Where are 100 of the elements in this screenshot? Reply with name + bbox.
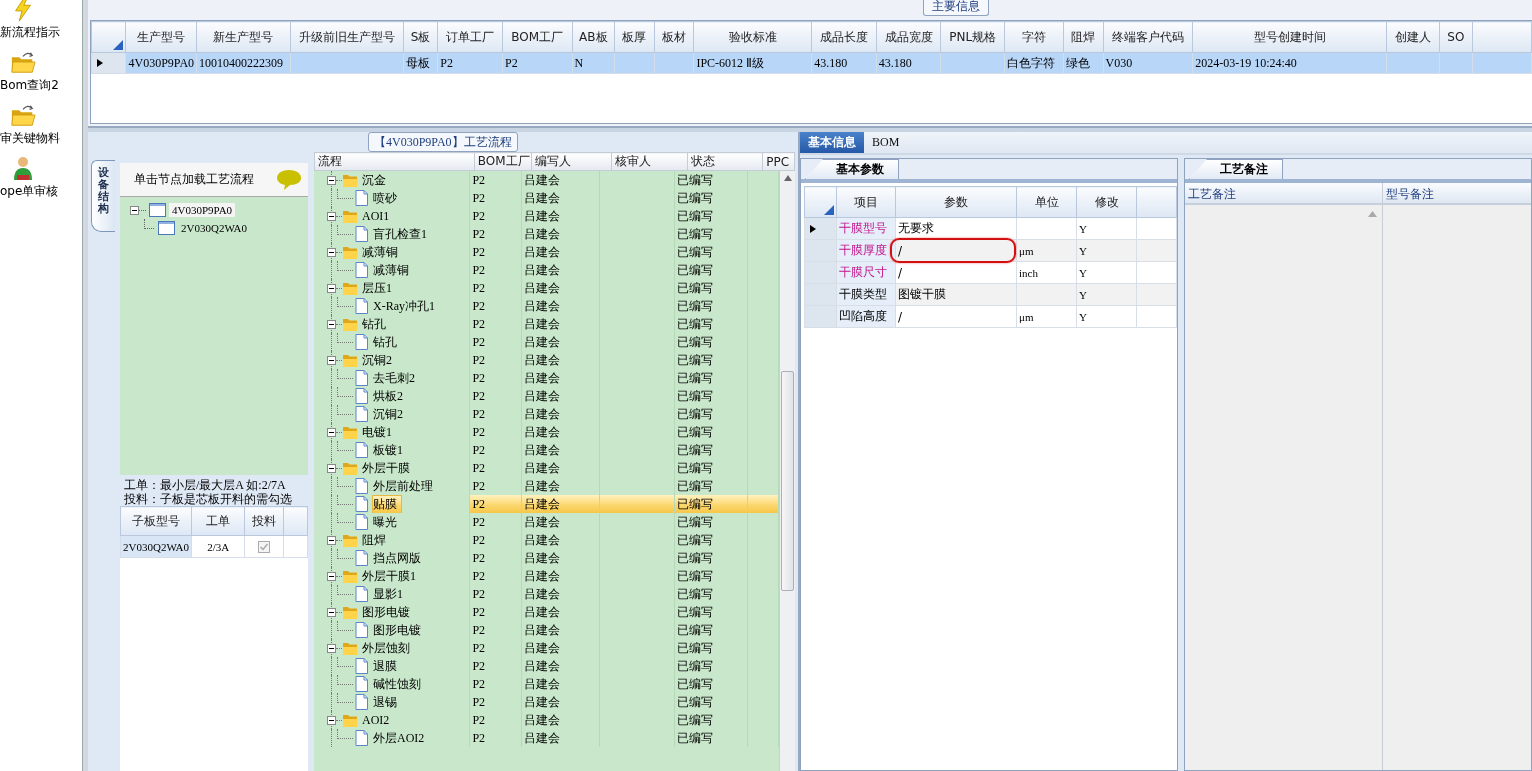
column-header[interactable]: 终端客户代码 [1103, 21, 1193, 53]
column-header[interactable]: AB板 [572, 21, 615, 53]
tree-node[interactable]: AOI2 [362, 712, 394, 728]
tree-node[interactable]: 退膜 [373, 657, 401, 675]
column-header[interactable]: 板厚 [614, 21, 655, 53]
collapse-icon[interactable] [327, 427, 336, 437]
scroll-thumb[interactable] [781, 371, 794, 591]
tab[interactable]: 基本信息 [800, 132, 864, 153]
tree-node[interactable]: 曝光 [373, 513, 401, 531]
tree-node[interactable]: 外层干膜1 [362, 567, 420, 585]
tree-node[interactable]: 阻焊 [362, 531, 390, 549]
row-header[interactable] [91, 52, 126, 74]
tree-node[interactable]: 沉铜2 [362, 351, 396, 369]
tree-node[interactable]: AOI1 [362, 208, 394, 224]
tree-node[interactable]: 烘板2 [373, 387, 407, 405]
column-header[interactable]: 参数 [895, 186, 1017, 218]
scroll-up-icon[interactable] [784, 175, 792, 181]
tree-node[interactable]: 沉铜2 [373, 405, 407, 423]
collapse-icon[interactable] [327, 535, 336, 545]
sidebar-item[interactable]: Bom查询2 [0, 77, 59, 94]
column-header[interactable]: S板 [403, 21, 438, 53]
tree-node[interactable]: 图形电镀 [362, 603, 414, 621]
column-header[interactable]: 型号创建时间 [1192, 21, 1387, 53]
tree-node[interactable]: 显影1 [373, 585, 407, 603]
column-header[interactable]: 阻焊 [1063, 21, 1104, 53]
tree-node[interactable]: 层压1 [362, 279, 396, 297]
tree-node[interactable]: 挡点网版 [373, 549, 425, 567]
tree-node[interactable]: 外层蚀刻 [362, 639, 414, 657]
tree-node[interactable]: 电镀1 [362, 423, 396, 441]
column-header[interactable]: 创建人 [1386, 21, 1440, 53]
tree-node[interactable]: 盲孔检查1 [373, 225, 431, 243]
tree-node[interactable]: 退锡 [373, 693, 401, 711]
sidebar-item[interactable]: 审关键物料 [0, 130, 60, 147]
collapse-icon[interactable] [130, 205, 139, 215]
column-header[interactable]: 子板型号 [120, 506, 192, 536]
tree-node[interactable]: 4V030P9PA0 [169, 203, 236, 217]
tree-node[interactable]: 外层AOI2 [373, 729, 429, 747]
column-header[interactable]: 成品宽度 [876, 21, 941, 53]
column-header[interactable]: 单位 [1016, 186, 1077, 218]
table-cell: 吕建会 [521, 279, 600, 297]
column-header[interactable]: 字符 [1004, 21, 1064, 53]
column-header[interactable]: BOM工厂 [474, 152, 532, 171]
collapse-icon[interactable] [327, 247, 336, 257]
tree-node[interactable]: 贴膜 [373, 495, 401, 513]
tab[interactable]: BOM [864, 132, 908, 153]
row-header[interactable] [804, 217, 837, 240]
column-header[interactable]: BOM工厂 [502, 21, 572, 53]
column-header[interactable]: 编写人 [531, 152, 612, 171]
collapse-icon[interactable] [327, 643, 336, 653]
column-header[interactable]: 工单 [191, 506, 245, 536]
tree-node[interactable]: 外层干膜 [362, 459, 414, 477]
column-header[interactable]: 升级前旧生产型号 [290, 21, 403, 53]
sidebar-item[interactable]: 新流程指示 [0, 24, 60, 41]
tree-node[interactable]: 沉金 [362, 171, 390, 189]
column-header[interactable]: 新生产型号 [196, 21, 291, 53]
tree-node[interactable]: 减薄铜 [373, 261, 413, 279]
tree-node[interactable]: 减薄铜 [362, 243, 402, 261]
column-header[interactable]: 订单工厂 [437, 21, 503, 53]
column-header[interactable]: 成品长度 [811, 21, 877, 53]
tree-node[interactable]: 碱性蚀刻 [373, 675, 425, 693]
collapse-icon[interactable] [327, 283, 336, 293]
collapse-icon[interactable] [327, 463, 336, 473]
column-header[interactable]: 投料 [244, 506, 284, 536]
scrollbar[interactable] [779, 171, 795, 771]
collapse-icon[interactable] [327, 319, 336, 329]
column-header[interactable]: 型号备注 [1383, 183, 1531, 205]
corner-triangle-icon[interactable] [113, 40, 124, 50]
table-cell: P2 [469, 603, 522, 621]
column-header[interactable]: 流程 [314, 152, 475, 171]
column-header[interactable]: 修改 [1076, 186, 1137, 218]
tree-node[interactable]: 外层前处理 [373, 477, 437, 495]
column-header[interactable]: 核审人 [611, 152, 688, 171]
tree-node[interactable]: 钻孔 [373, 333, 401, 351]
column-header[interactable]: 状态 [688, 152, 763, 171]
collapse-icon[interactable] [327, 607, 336, 617]
tree-node[interactable]: 喷砂 [373, 189, 401, 207]
sidebar-item[interactable]: ope单审核 [0, 183, 59, 200]
column-header[interactable]: 生产型号 [125, 21, 197, 53]
tree-node[interactable]: 板镀1 [373, 441, 407, 459]
column-header[interactable]: PPC [762, 152, 795, 171]
collapse-icon[interactable] [327, 211, 336, 221]
column-header[interactable]: 板材 [654, 21, 694, 53]
tree-node[interactable]: 图形电镀 [373, 621, 425, 639]
tab[interactable]: 基本参数 [805, 159, 899, 179]
collapse-icon[interactable] [327, 715, 336, 725]
column-header[interactable]: 项目 [836, 186, 896, 218]
tab[interactable]: 工艺备注 [1189, 159, 1283, 179]
tree-node[interactable]: X-Ray冲孔1 [373, 297, 439, 315]
corner-triangle-icon[interactable] [824, 205, 834, 215]
column-header[interactable]: 工艺备注 [1185, 183, 1382, 205]
tree-node[interactable]: 2V030Q2WA0 [178, 221, 250, 235]
column-header[interactable]: SO [1439, 21, 1473, 53]
column-header[interactable]: 验收标准 [693, 21, 812, 53]
collapse-icon[interactable] [327, 355, 336, 365]
collapse-icon[interactable] [327, 571, 336, 581]
collapse-icon[interactable] [327, 175, 336, 185]
column-header[interactable]: PNL规格 [940, 21, 1005, 53]
tree-node[interactable]: 钻孔 [362, 315, 390, 333]
side-tab[interactable]: 设备结构 [91, 160, 115, 232]
tree-node[interactable]: 去毛刺2 [373, 369, 419, 387]
